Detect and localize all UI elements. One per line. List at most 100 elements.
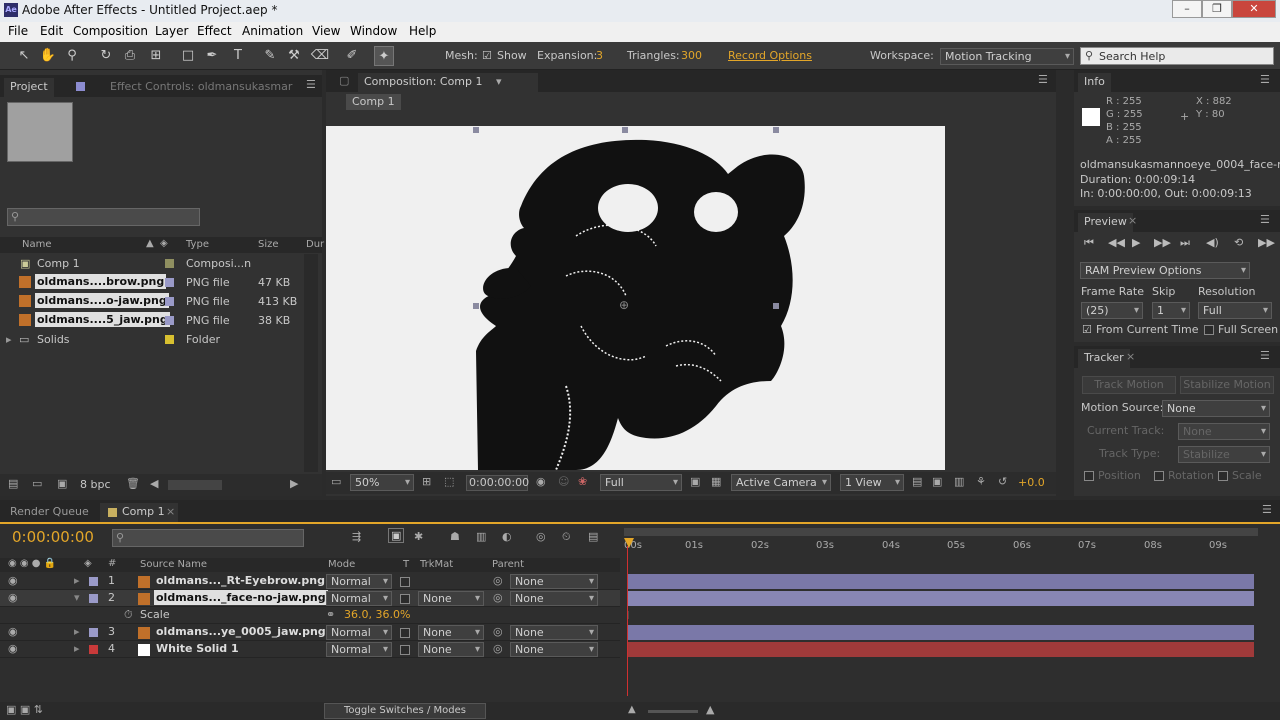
stopwatch-icon[interactable]: ⏱	[124, 608, 133, 622]
tab-project[interactable]: Project	[4, 78, 54, 97]
tab-render-queue[interactable]: Render Queue	[4, 503, 95, 522]
auto-keyframe-icon[interactable]: ⏲	[562, 530, 571, 544]
eye-icon[interactable]: ◉	[8, 591, 18, 604]
table-row[interactable]: ◉ ▸ 4 White Solid 1 Normal None ◎ None	[0, 641, 620, 658]
label-swatch[interactable]	[165, 297, 174, 306]
zoom-tool-icon[interactable]: ⚲	[62, 46, 82, 66]
panel-menu-icon[interactable]: ☰	[1260, 73, 1270, 86]
new-composition-icon[interactable]: ▣	[57, 477, 67, 490]
expand-triangle-icon[interactable]: ▸	[6, 333, 12, 346]
expand-triangle-icon[interactable]: ▸	[74, 574, 80, 587]
timeline-icon[interactable]: ▥	[954, 475, 964, 488]
first-frame-icon[interactable]: ⏮	[1084, 236, 1094, 250]
project-scrollbar[interactable]	[304, 254, 318, 472]
camera-dropdown[interactable]: Active Camera	[731, 474, 831, 491]
scroll-right-arrow-icon[interactable]: ▶	[290, 477, 298, 490]
mode-dropdown[interactable]: Normal	[326, 574, 392, 589]
track-motion-button[interactable]: Track Motion	[1082, 376, 1176, 394]
loop-icon[interactable]: ⟲	[1234, 236, 1243, 249]
color-channels-icon[interactable]: ❀	[578, 475, 587, 488]
mode-dropdown[interactable]: Normal	[326, 591, 392, 606]
full-screen-checkbox[interactable]	[1204, 325, 1214, 335]
resolution-dropdown[interactable]: Full	[1198, 302, 1272, 319]
live-update-icon[interactable]: ▣	[388, 528, 405, 543]
always-preview-icon[interactable]: ▭	[331, 475, 341, 488]
ram-preview-options-dropdown[interactable]: RAM Preview Options	[1080, 262, 1250, 279]
col-source-name[interactable]: Source Name	[140, 559, 207, 570]
preserve-transparency-checkbox[interactable]	[400, 628, 410, 638]
menu-animation[interactable]: Animation	[242, 24, 303, 38]
draft-3d-icon[interactable]: ✱	[414, 530, 423, 543]
record-options-link[interactable]: Record Options	[728, 49, 812, 62]
previous-frame-icon[interactable]: ◀◀	[1108, 236, 1125, 249]
tab-preview[interactable]: Preview	[1078, 213, 1133, 232]
bpc-label[interactable]: 8 bpc	[80, 478, 111, 491]
label-swatch[interactable]	[165, 335, 174, 344]
label-swatch[interactable]	[89, 594, 98, 603]
interpret-footage-icon[interactable]: ▤	[8, 477, 18, 490]
safe-margins-icon[interactable]: ⊞	[422, 475, 431, 488]
col-parent[interactable]: Parent	[492, 559, 524, 570]
menu-effect[interactable]: Effect	[197, 24, 232, 38]
panel-menu-icon[interactable]: ☰	[1260, 213, 1270, 226]
motion-source-dropdown[interactable]: None	[1162, 400, 1270, 417]
col-type[interactable]: Type	[186, 239, 209, 250]
next-frame-icon[interactable]: ▶▶	[1154, 236, 1171, 249]
project-search-input[interactable]: ⚲	[7, 208, 200, 226]
expand-triangle-icon[interactable]: ▸	[74, 642, 80, 655]
fast-previews-icon[interactable]: ▣	[932, 475, 942, 488]
property-row[interactable]: ⏱ Scale ⚭ 36.0, 36.0%	[0, 607, 620, 624]
audio-icon[interactable]: ◀)	[1206, 236, 1219, 249]
label-swatch[interactable]	[165, 278, 174, 287]
selection-tool-icon[interactable]: ↖	[14, 46, 34, 66]
expansion-value[interactable]: 3	[596, 49, 603, 62]
position-checkbox[interactable]	[1084, 471, 1094, 481]
work-area-bar[interactable]	[624, 528, 1258, 536]
graph-editor-icon[interactable]: ▤	[588, 530, 598, 543]
scale-checkbox[interactable]	[1218, 471, 1228, 481]
menu-view[interactable]: View	[312, 24, 340, 38]
region-of-interest-icon[interactable]: ▣	[690, 475, 700, 488]
panel-menu-icon[interactable]: ☰	[1038, 73, 1048, 86]
zoom-slider[interactable]	[648, 710, 698, 713]
motion-blur-icon[interactable]: ◐	[502, 530, 512, 543]
minimize-button[interactable]: –	[1172, 0, 1202, 18]
parent-dropdown[interactable]: None	[510, 591, 598, 606]
toggle-switches-modes-button[interactable]: Toggle Switches / Modes	[324, 703, 486, 719]
menu-file[interactable]: File	[8, 24, 28, 38]
eye-icon[interactable]: ◉	[8, 574, 18, 587]
stabilize-motion-button[interactable]: Stabilize Motion	[1180, 376, 1274, 394]
mode-dropdown[interactable]: Normal	[326, 642, 392, 657]
show-checkbox[interactable]: ☑	[482, 49, 492, 62]
col-name[interactable]: Name	[22, 239, 52, 250]
label-swatch[interactable]	[165, 259, 174, 268]
puppet-pin-tool-icon[interactable]: ✦	[374, 46, 394, 66]
zoom-in-icon[interactable]: ▲	[706, 703, 714, 716]
ram-preview-icon[interactable]: ▶▶	[1258, 236, 1275, 249]
viewer-timecode[interactable]: 0:00:00:00	[466, 475, 529, 491]
close-tab-icon[interactable]: ×	[166, 505, 175, 518]
pen-tool-icon[interactable]: ✒	[202, 46, 222, 66]
label-swatch[interactable]	[89, 577, 98, 586]
tab-composition[interactable]: Composition: Comp 1 ▾	[358, 73, 538, 92]
rectangle-tool-icon[interactable]: □	[178, 46, 198, 66]
search-help-field[interactable]: ⚲ Search Help	[1080, 47, 1274, 65]
show-snapshot-icon[interactable]: ☺	[558, 475, 569, 488]
list-item[interactable]: ▸ ▭ Solids Folder	[0, 330, 304, 349]
layer-name[interactable]: oldmans...ye_0005_jaw.png	[156, 625, 326, 638]
composition-canvas[interactable]: ⊕	[326, 126, 945, 470]
reset-exposure-icon[interactable]: ↺	[998, 475, 1007, 488]
label-swatch[interactable]	[89, 645, 98, 654]
layer-name[interactable]: White Solid 1	[156, 642, 239, 655]
tab-effect-controls[interactable]: Effect Controls: oldmansukasmar	[104, 78, 298, 97]
hand-tool-icon[interactable]: ✋	[38, 46, 58, 66]
camera-tool-icon[interactable]: ⎙	[120, 46, 140, 66]
pan-behind-tool-icon[interactable]: ⊞	[146, 46, 166, 66]
pick-whip-icon[interactable]: ◎	[493, 591, 503, 604]
layer-name[interactable]: oldmans..._face-no-jaw.png	[154, 590, 328, 605]
layer-name[interactable]: oldmans..._Rt-Eyebrow.png	[156, 574, 325, 587]
label-swatch[interactable]	[89, 628, 98, 637]
preserve-transparency-checkbox[interactable]	[400, 645, 410, 655]
play-icon[interactable]: ▶	[1132, 236, 1140, 249]
snapshot-icon[interactable]: ◉	[536, 475, 546, 488]
